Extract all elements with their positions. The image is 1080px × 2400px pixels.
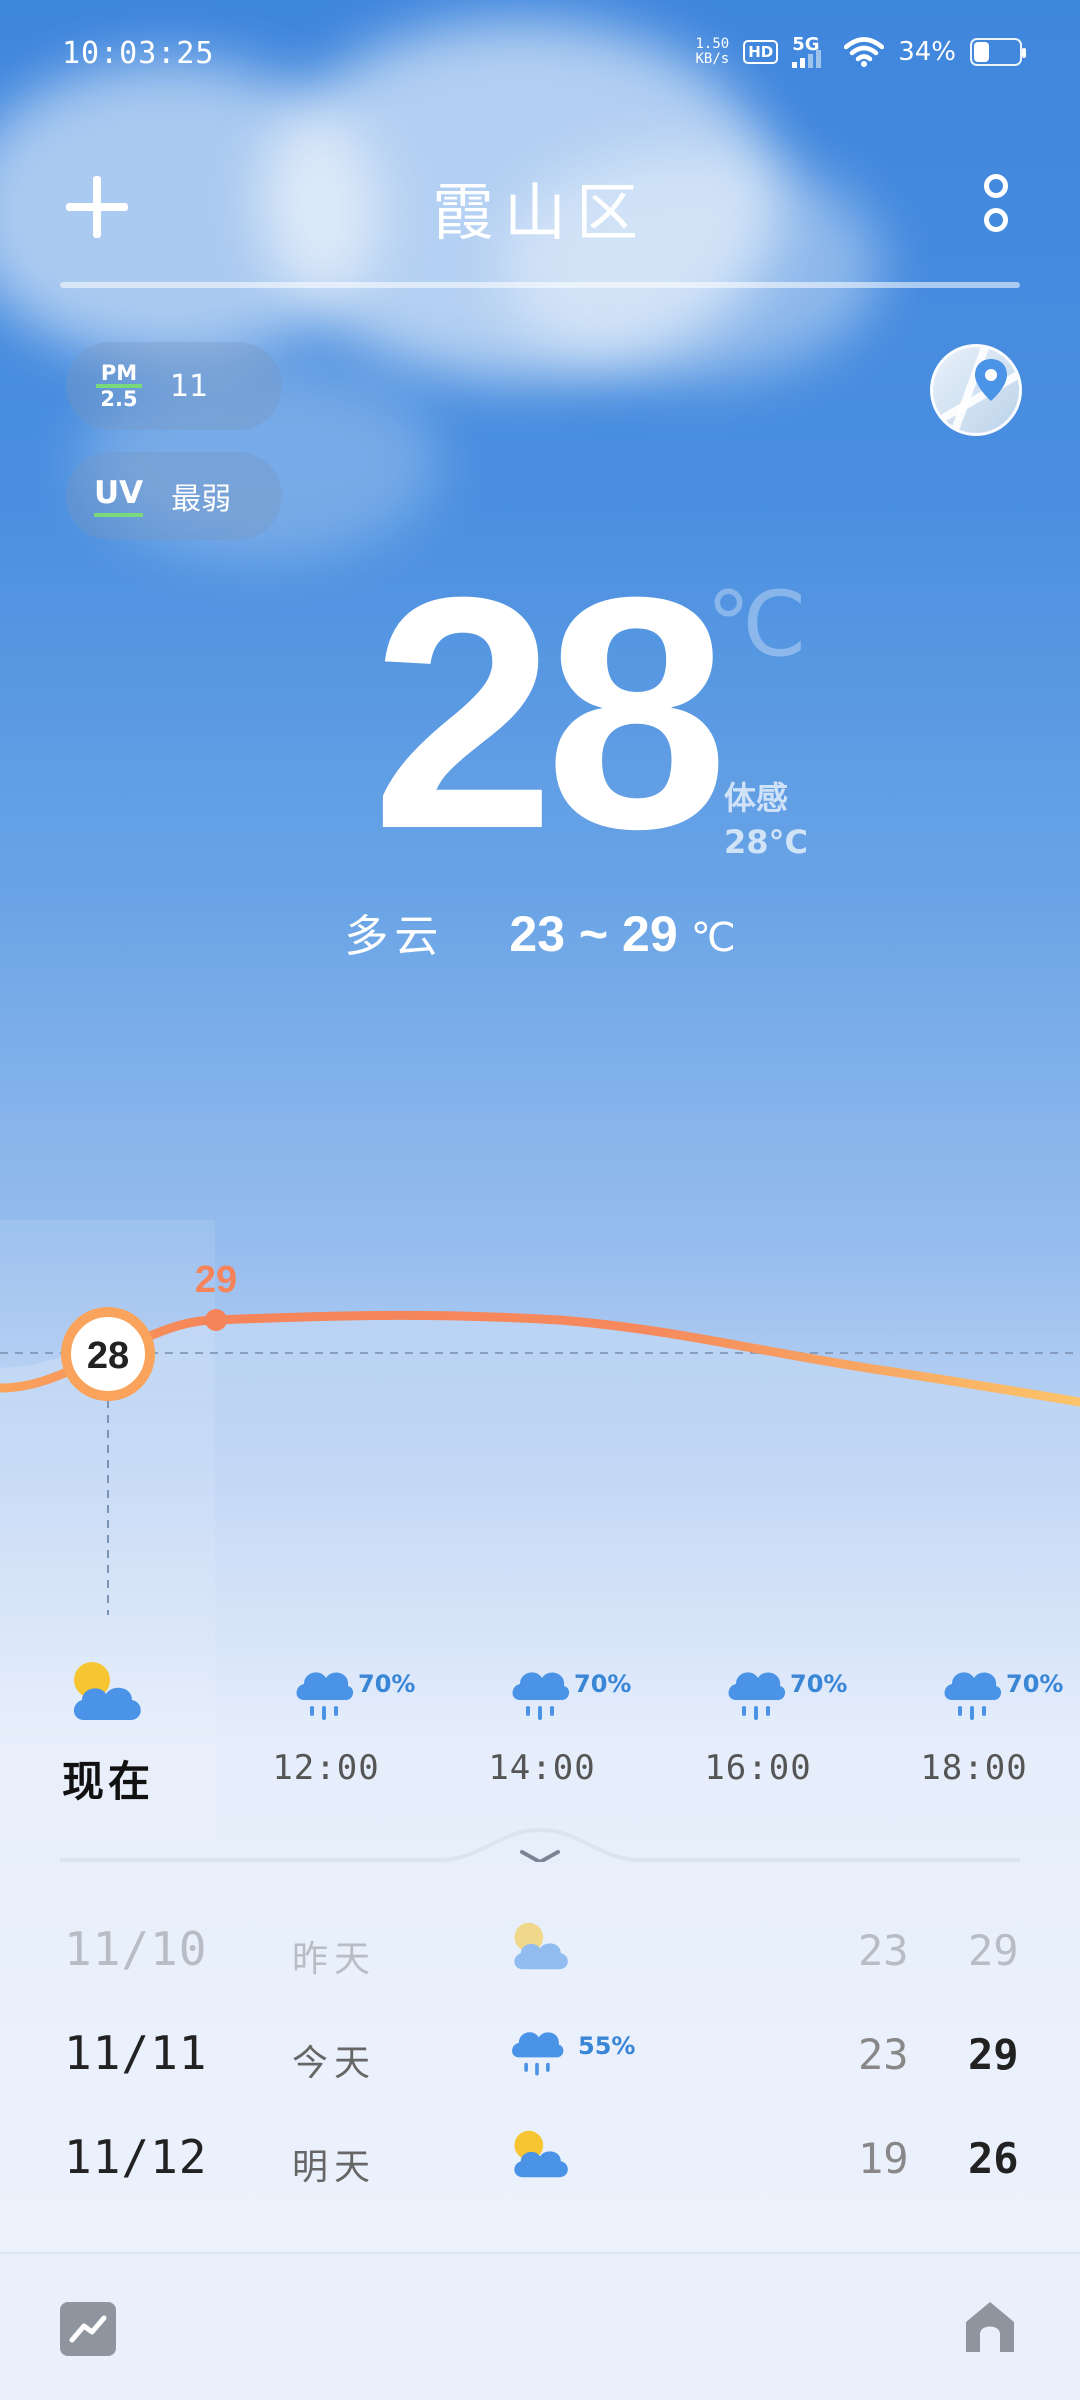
day-name: 昨天 xyxy=(292,1939,377,1980)
hour-precip: 70% xyxy=(358,1670,416,1698)
day-low: 23 xyxy=(858,1926,909,1975)
pm-label-top: PM xyxy=(100,361,138,385)
hour-precip: 70% xyxy=(574,1670,632,1698)
dot-icon xyxy=(984,174,1008,198)
pm25-pill[interactable]: PM 2.5 11 xyxy=(66,342,282,430)
header-divider xyxy=(60,282,1020,288)
hourly-temperature-chart: 29 28 xyxy=(0,1259,1080,1615)
collapse-handle[interactable] xyxy=(0,1822,1080,1862)
signal-icon: 5G xyxy=(792,34,830,70)
more-menu-button[interactable] xyxy=(966,170,1026,240)
day-date: 11/11 xyxy=(64,2026,208,2080)
rain-cloud-icon xyxy=(296,1672,354,1720)
pm25-icon: PM 2.5 xyxy=(96,361,142,411)
daily-row[interactable]: 11/11 今天 55% 23 29 xyxy=(0,2004,1080,2104)
hour-precip: 70% xyxy=(790,1670,848,1698)
current-temperature: 28 xyxy=(371,528,728,897)
battery-icon xyxy=(970,38,1026,66)
hour-precip: 70% xyxy=(1006,1670,1064,1698)
wifi-icon xyxy=(844,37,885,67)
day-date: 11/12 xyxy=(64,2130,208,2184)
location-pin-icon xyxy=(975,359,1007,401)
daily-row[interactable]: 11/10 昨天 23 29 xyxy=(0,1900,1080,2000)
network-speed-unit: KB/s xyxy=(695,51,730,67)
weather-app: 10:03:25 1.50 KB/s HD 5G 34% 霞山区 PM 2.5 … xyxy=(0,0,1080,2400)
hour-time: 18:00 xyxy=(920,1748,1028,1788)
day-precip: 55% xyxy=(578,2032,636,2060)
current-point-label: 28 xyxy=(87,1335,129,1377)
map-button[interactable] xyxy=(930,344,1022,436)
temperature-range: 23 ~ 29 xyxy=(509,906,678,962)
temperature-unit: ℃ xyxy=(706,575,808,675)
partly-cloudy-icon xyxy=(514,2130,568,2178)
pm-label-bottom: 2.5 xyxy=(100,387,138,411)
header: 霞山区 xyxy=(0,140,1080,288)
network-speed: 1.50 KB/s xyxy=(695,37,729,67)
hd-icon: HD xyxy=(743,40,779,64)
bottom-bar xyxy=(0,2252,1080,2400)
status-icons: 1.50 KB/s HD 5G 34% xyxy=(695,34,1026,70)
battery-percent: 34% xyxy=(898,37,956,67)
chevron-down-icon xyxy=(520,1850,560,1862)
uv-pill[interactable]: UV 最弱 xyxy=(66,452,282,540)
rain-cloud-icon xyxy=(728,1672,786,1720)
condition-row: 多云 23 ~ 29 ℃ xyxy=(0,900,1080,964)
hour-time: 16:00 xyxy=(704,1748,812,1788)
status-time: 10:03:25 xyxy=(62,36,215,71)
partly-cloudy-icon xyxy=(514,1922,568,1970)
day-high: 29 xyxy=(968,2030,1019,2079)
daily-row[interactable]: 11/12 明天 19 26 xyxy=(0,2108,1080,2208)
peak-label: 29 xyxy=(195,1259,237,1301)
peak-point xyxy=(205,1309,227,1331)
hour-item[interactable]: 70% 12:00 xyxy=(236,1640,416,1800)
day-low: 23 xyxy=(858,2030,909,2079)
city-title[interactable]: 霞山区 xyxy=(0,162,1080,252)
home-icon[interactable] xyxy=(962,2298,1018,2356)
partly-cloudy-icon xyxy=(73,1662,141,1720)
hour-item[interactable]: 70% 18:00 xyxy=(884,1640,1064,1800)
day-name: 今天 xyxy=(292,2043,377,2084)
day-date: 11/10 xyxy=(64,1922,208,1976)
network-speed-value: 1.50 xyxy=(695,36,730,52)
hourly-forecast: 现在 70% 12:00 70% 14:00 70% 16:00 70% 18:… xyxy=(0,1640,1080,1806)
pm25-value: 11 xyxy=(170,368,209,404)
day-high: 29 xyxy=(968,1926,1019,1975)
uv-value: 最弱 xyxy=(171,482,232,517)
hour-time: 14:00 xyxy=(488,1748,596,1788)
feels-like-label: 体感 xyxy=(724,779,789,817)
dot-icon xyxy=(984,208,1008,232)
day-low: 19 xyxy=(858,2134,909,2183)
rain-cloud-icon xyxy=(512,1672,570,1720)
status-bar: 10:03:25 1.50 KB/s HD 5G 34% xyxy=(0,0,1080,110)
rain-cloud-icon xyxy=(512,2032,564,2076)
trend-chart-icon xyxy=(69,2315,107,2343)
temperature-range-unit: ℃ xyxy=(690,915,736,961)
day-name: 明天 xyxy=(292,2147,377,2188)
feels-like: 体感 28°C xyxy=(724,776,808,864)
condition-text: 多云 xyxy=(344,911,445,962)
hour-item[interactable]: 70% 16:00 xyxy=(668,1640,848,1800)
hour-item-now[interactable]: 现在 xyxy=(18,1640,198,1806)
uv-label: UV xyxy=(94,475,144,517)
rain-cloud-icon xyxy=(944,1672,1002,1720)
hour-item[interactable]: 70% 14:00 xyxy=(452,1640,632,1800)
hour-time: 现在 xyxy=(61,1757,154,1806)
hour-time: 12:00 xyxy=(272,1748,380,1788)
feels-like-value: 28°C xyxy=(724,823,809,861)
temperature-area xyxy=(0,1315,1080,1490)
daily-forecast: 11/10 昨天 23 29 11/11 今天 55% 23 29 11/12 xyxy=(0,1900,1080,2260)
day-high: 26 xyxy=(968,2134,1019,2183)
trend-button[interactable] xyxy=(60,2302,116,2356)
